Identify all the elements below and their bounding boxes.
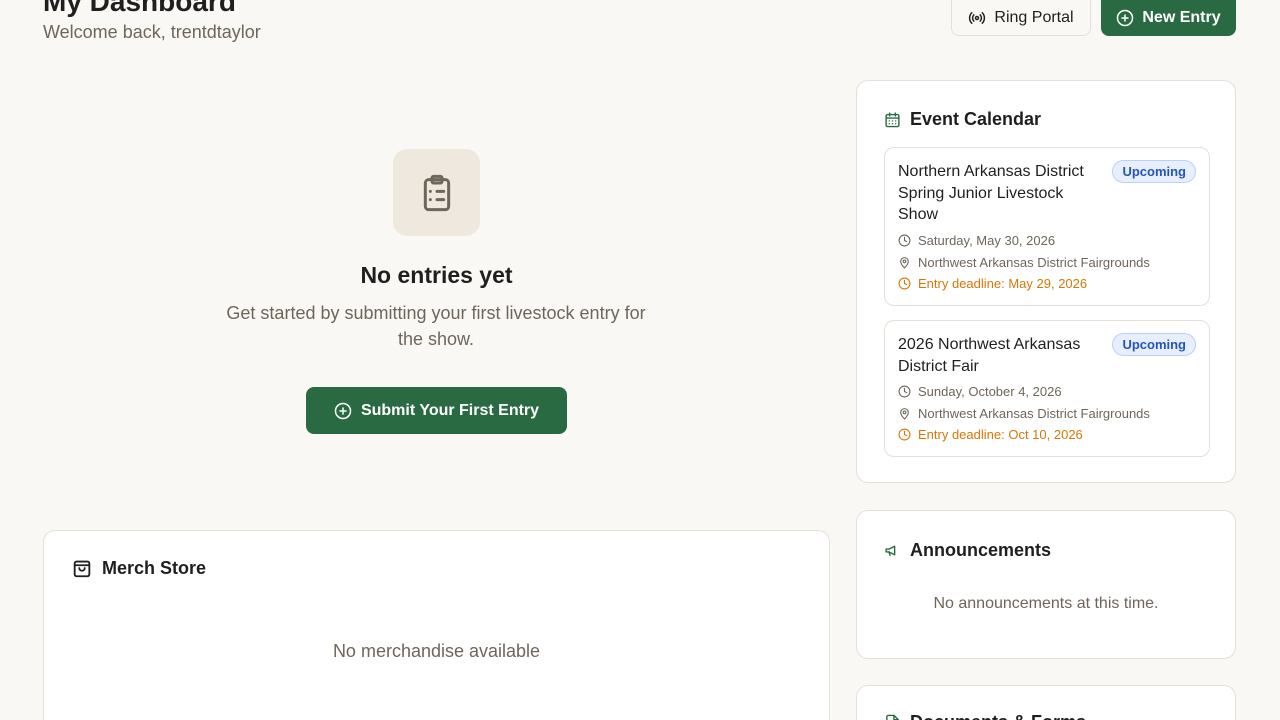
status-badge: Upcoming bbox=[1112, 333, 1196, 356]
event-deadline: Entry deadline: May 29, 2026 bbox=[898, 276, 1087, 291]
clock-icon bbox=[898, 385, 911, 398]
event-date: Saturday, May 30, 2026 bbox=[898, 233, 1055, 248]
event-location: Northwest Arkansas District Fairgrounds bbox=[898, 406, 1150, 421]
announcements-card: Announcements No announcements at this t… bbox=[856, 510, 1236, 659]
new-entry-button[interactable]: New Entry bbox=[1101, 0, 1236, 36]
file-icon bbox=[884, 714, 901, 720]
event-calendar-card: Event Calendar Northern Arkansas Distric… bbox=[856, 80, 1236, 483]
plus-circle-icon bbox=[1116, 9, 1134, 27]
event-calendar-title: Event Calendar bbox=[910, 109, 1042, 129]
clock-icon bbox=[898, 277, 911, 290]
announcements-header: Announcements bbox=[884, 540, 1051, 561]
megaphone-icon bbox=[884, 542, 901, 559]
ring-portal-button[interactable]: Ring Portal bbox=[951, 0, 1091, 36]
welcome-message: Welcome back, trentdtaylor bbox=[43, 22, 261, 42]
shopping-bag-icon bbox=[71, 557, 93, 579]
merch-store-title: Merch Store bbox=[102, 557, 207, 578]
page-title: My Dashboard bbox=[43, 0, 236, 17]
clock-icon bbox=[898, 234, 911, 247]
event-card[interactable]: 2026 Northwest Arkansas District Fair Up… bbox=[884, 320, 1210, 457]
clipboard-list-icon bbox=[417, 173, 457, 213]
map-pin-icon bbox=[898, 407, 911, 420]
empty-state-title: No entries yet bbox=[360, 262, 513, 288]
map-pin-icon bbox=[898, 256, 911, 269]
submit-first-entry-button[interactable]: Submit Your First Entry bbox=[306, 387, 567, 434]
documents-title: Documents & Forms bbox=[910, 712, 1086, 720]
status-badge: Upcoming bbox=[1112, 160, 1196, 183]
clock-icon bbox=[898, 428, 911, 441]
documents-card: Documents & Forms bbox=[856, 685, 1236, 720]
empty-state-illustration bbox=[393, 149, 480, 236]
event-location: Northwest Arkansas District Fairgrounds bbox=[898, 255, 1150, 270]
broadcast-icon bbox=[968, 9, 986, 27]
empty-state-text: Get started by submitting your first liv… bbox=[226, 303, 646, 349]
calendar-icon bbox=[884, 111, 901, 128]
event-card[interactable]: Northern Arkansas District Spring Junior… bbox=[884, 147, 1210, 306]
event-name: Northern Arkansas District Spring Junior… bbox=[898, 163, 1084, 223]
ring-portal-label: Ring Portal bbox=[994, 9, 1074, 26]
event-name: 2026 Northwest Arkansas District Fair bbox=[898, 336, 1081, 375]
plus-circle-icon bbox=[334, 402, 352, 420]
announcements-title: Announcements bbox=[910, 540, 1052, 560]
submit-first-entry-label: Submit Your First Entry bbox=[360, 401, 540, 419]
new-entry-label: New Entry bbox=[1142, 9, 1221, 26]
event-deadline: Entry deadline: Oct 10, 2026 bbox=[898, 427, 1083, 442]
merch-empty-text: No merchandise available bbox=[332, 641, 541, 661]
merch-store-card: Merch Store No merchandise available bbox=[43, 530, 830, 720]
merch-store-header: Merch Store bbox=[71, 557, 206, 579]
announcements-empty-text: No announcements at this time. bbox=[933, 595, 1159, 612]
event-date: Sunday, October 4, 2026 bbox=[898, 384, 1062, 399]
event-calendar-header: Event Calendar bbox=[884, 109, 1041, 130]
documents-header: Documents & Forms bbox=[884, 712, 1086, 720]
